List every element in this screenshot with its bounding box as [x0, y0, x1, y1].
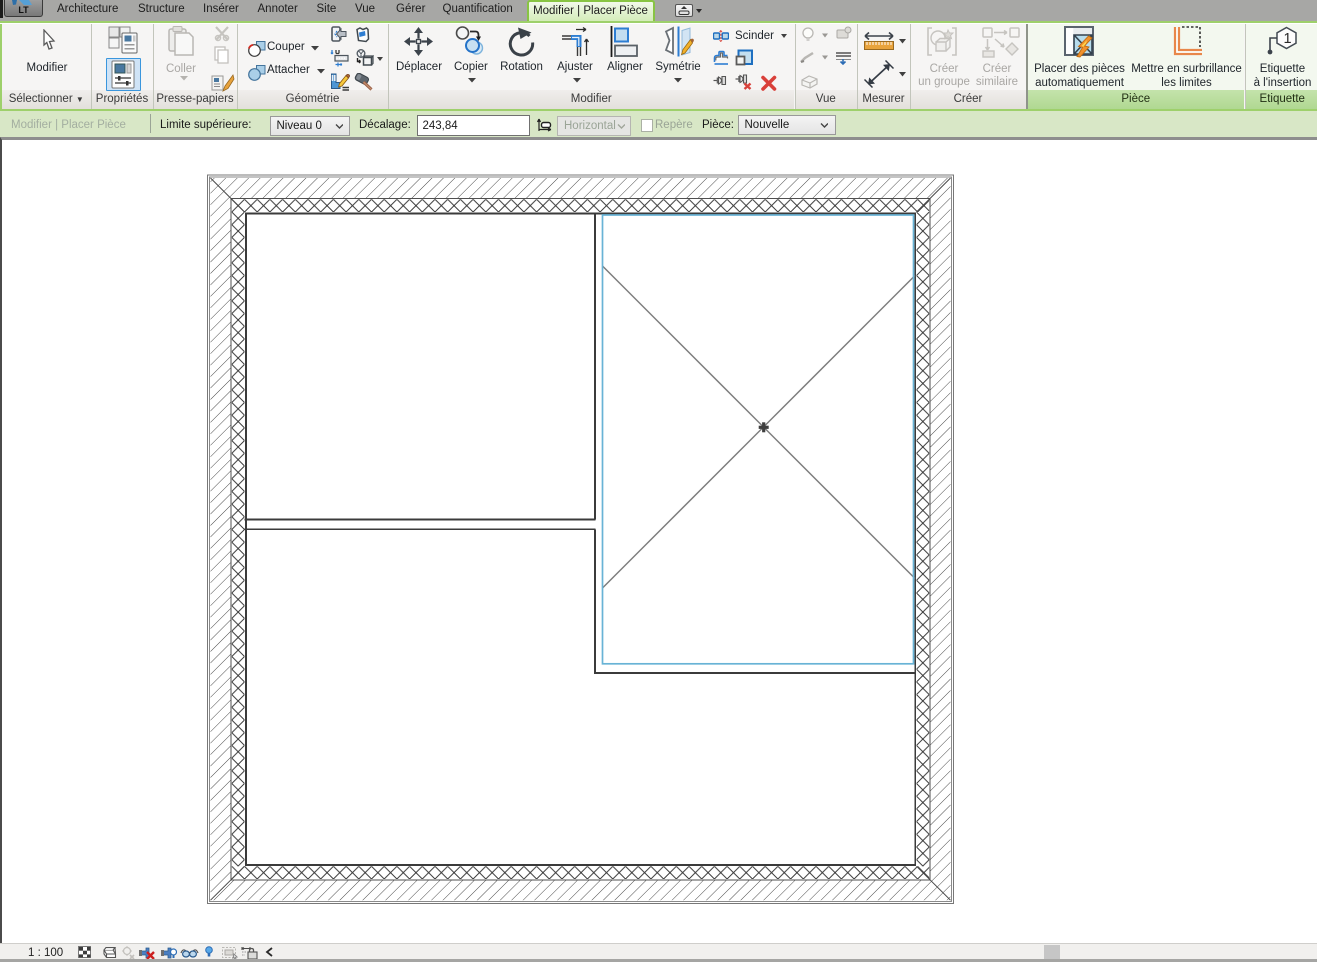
svg-text:1: 1	[1284, 31, 1292, 47]
